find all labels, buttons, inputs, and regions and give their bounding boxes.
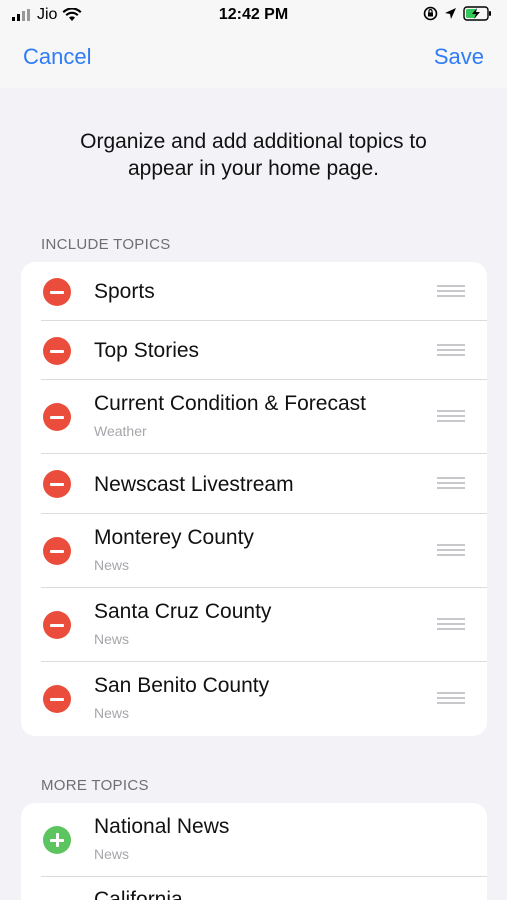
topic-title: Top Stories — [94, 339, 200, 362]
reorder-handle-icon[interactable] — [437, 544, 465, 558]
status-right — [423, 6, 493, 21]
remove-topic-icon[interactable] — [43, 337, 71, 365]
topic-title: Santa Cruz County — [94, 600, 272, 623]
status-bar: Jio 12:42 PM — [0, 0, 507, 32]
remove-topic-icon[interactable] — [43, 537, 71, 565]
remove-topic-icon[interactable] — [43, 685, 71, 713]
remove-topic-icon[interactable] — [43, 611, 71, 639]
intro-text: Organize and add additional topics to ap… — [40, 128, 467, 182]
topic-row-monterey-county[interactable]: Monterey County News — [21, 514, 487, 588]
reorder-handle-icon[interactable] — [437, 410, 465, 424]
topic-row-current-condition[interactable]: Current Condition & Forecast Weather — [21, 380, 487, 454]
topic-subtitle: Weather — [94, 423, 147, 439]
topic-row-san-benito-county[interactable]: San Benito County News — [21, 662, 487, 736]
topic-title: California — [94, 888, 183, 900]
reorder-handle-icon[interactable] — [437, 477, 465, 491]
topic-title: National News — [94, 815, 230, 838]
include-topics-header: INCLUDE TOPICS — [41, 236, 171, 253]
topic-subtitle: News — [94, 705, 130, 721]
more-topics-header: MORE TOPICS — [41, 777, 149, 794]
remove-topic-icon[interactable] — [43, 278, 71, 306]
cancel-button[interactable]: Cancel — [23, 44, 91, 70]
reorder-handle-icon[interactable] — [437, 618, 465, 632]
topic-subtitle: News — [94, 557, 130, 573]
intro-line-2: appear in your home page. — [127, 157, 379, 180]
topic-title: Newscast Livestream — [94, 473, 294, 496]
topic-row-national-news[interactable]: National News News — [21, 803, 487, 877]
location-icon — [445, 8, 456, 19]
remove-topic-icon[interactable] — [43, 403, 71, 431]
topic-row-sports[interactable]: Sports — [21, 262, 487, 321]
topic-title: Current Condition & Forecast — [94, 392, 366, 415]
include-topics-list: Sports Top Stories Current Condition & F… — [21, 262, 487, 736]
nav-bar: Cancel Save — [0, 32, 507, 88]
topic-title: Sports — [94, 280, 155, 303]
topic-title: Monterey County — [94, 526, 254, 549]
topic-row-california[interactable]: California — [21, 877, 487, 900]
more-topics-list: National News News California — [21, 803, 487, 900]
topic-subtitle: News — [94, 631, 130, 647]
topic-title: San Benito County — [94, 674, 270, 697]
reorder-handle-icon[interactable] — [437, 344, 465, 358]
intro-line-1: Organize and add additional topics to — [80, 130, 427, 153]
topic-row-santa-cruz-county[interactable]: Santa Cruz County News — [21, 588, 487, 662]
remove-topic-icon[interactable] — [43, 470, 71, 498]
reorder-handle-icon[interactable] — [437, 285, 465, 299]
reorder-handle-icon[interactable] — [437, 692, 465, 706]
battery-charging-icon — [463, 6, 491, 21]
rotation-lock-icon — [423, 6, 438, 21]
add-topic-icon[interactable] — [43, 826, 71, 854]
topic-row-newscast-livestream[interactable]: Newscast Livestream — [21, 454, 487, 514]
topic-row-top-stories[interactable]: Top Stories — [21, 321, 487, 380]
topic-subtitle: News — [94, 846, 130, 862]
save-button[interactable]: Save — [434, 44, 484, 70]
